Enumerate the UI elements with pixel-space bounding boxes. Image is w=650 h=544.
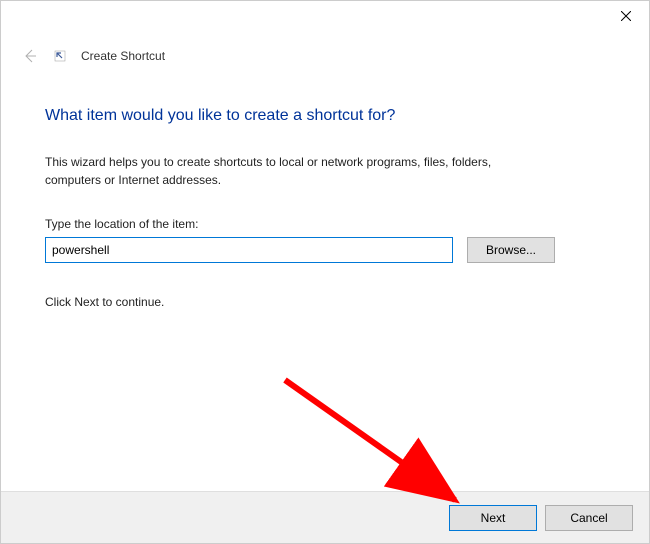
location-input-row: Browse...	[45, 237, 605, 263]
dialog-header: Create Shortcut	[1, 37, 649, 71]
shortcut-icon	[53, 49, 67, 63]
close-icon	[621, 11, 631, 21]
next-button[interactable]: Next	[449, 505, 537, 531]
browse-button[interactable]: Browse...	[467, 237, 555, 263]
location-input[interactable]	[45, 237, 453, 263]
dialog-footer: Next Cancel	[1, 491, 649, 543]
back-button	[21, 47, 39, 65]
wizard-description: This wizard helps you to create shortcut…	[45, 153, 545, 189]
close-button[interactable]	[603, 1, 649, 31]
cancel-button[interactable]: Cancel	[545, 505, 633, 531]
dialog-title: Create Shortcut	[81, 49, 165, 63]
location-label: Type the location of the item:	[45, 217, 605, 231]
dialog-content: What item would you like to create a sho…	[1, 71, 649, 491]
page-heading: What item would you like to create a sho…	[45, 107, 605, 125]
titlebar	[1, 1, 649, 37]
continue-instruction: Click Next to continue.	[45, 295, 605, 309]
back-arrow-icon	[22, 48, 38, 64]
create-shortcut-dialog: Create Shortcut What item would you like…	[0, 0, 650, 544]
